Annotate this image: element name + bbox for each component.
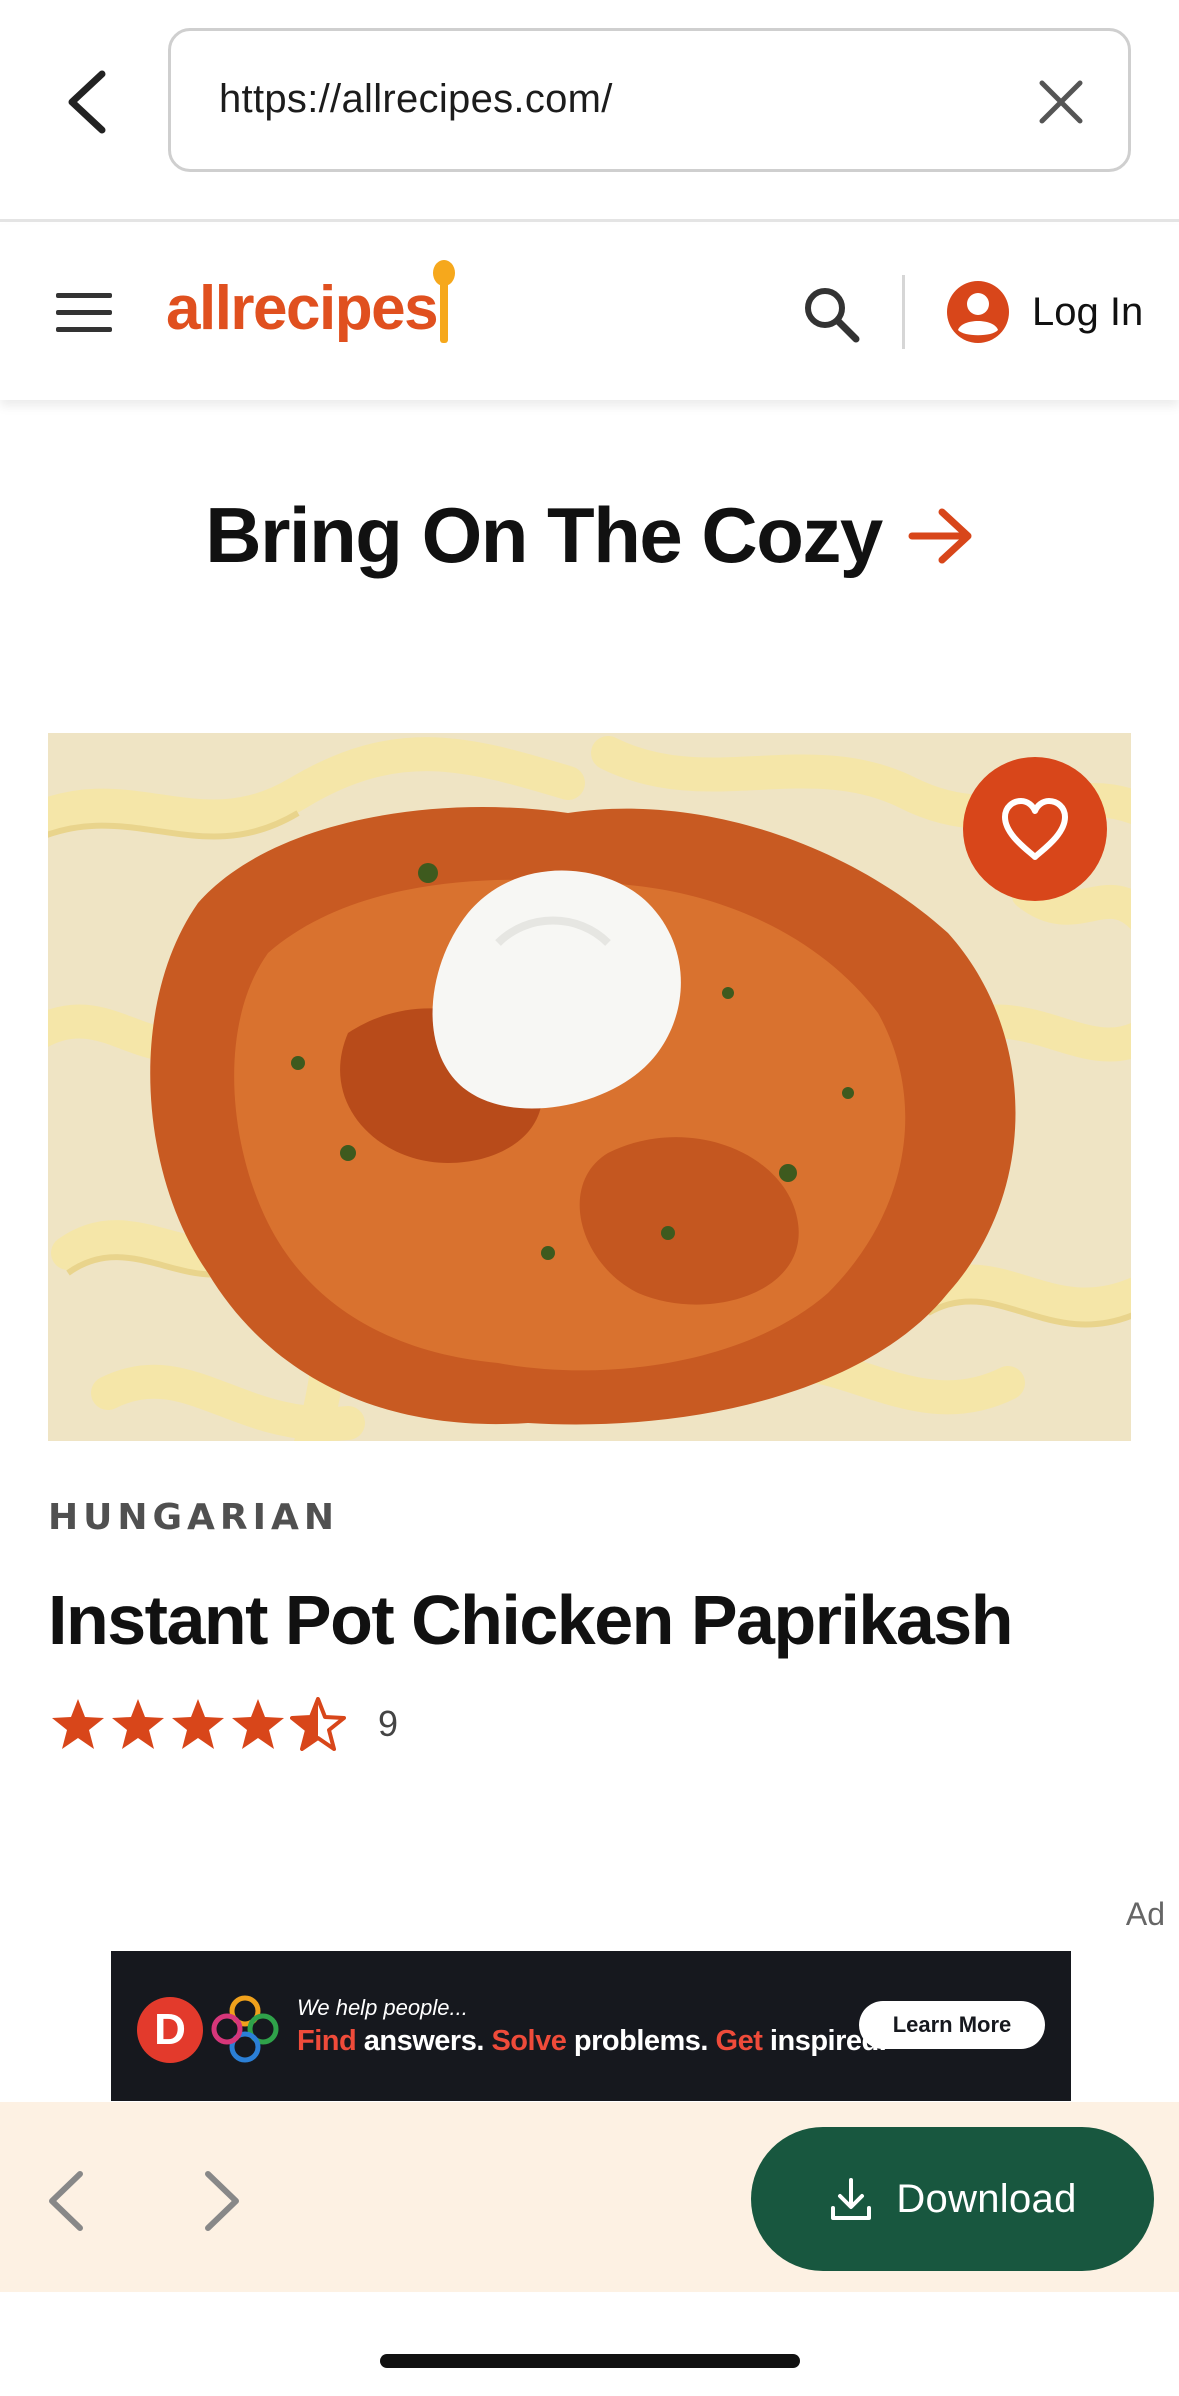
star-half-icon (290, 1697, 346, 1751)
logo-text: allrecipes (166, 274, 439, 343)
close-icon (1039, 80, 1083, 124)
search-icon (805, 288, 860, 343)
url-text[interactable]: https://allrecipes.com/ (219, 77, 613, 122)
menu-button[interactable] (54, 291, 114, 335)
ad-learn-more-button[interactable]: Learn More (859, 2001, 1045, 2049)
ad-banner[interactable]: D We help people... Find answers. Solve … (111, 1951, 1071, 2101)
heart-icon (1002, 798, 1068, 860)
user-circle-icon (947, 281, 1009, 343)
arrow-right-icon (908, 508, 972, 564)
ad-logo-icon (211, 1995, 279, 2063)
recipe-category[interactable]: HUNGARIAN (48, 1497, 339, 1538)
star-full-icon (112, 1699, 164, 1749)
chevron-left-icon (49, 2171, 83, 2231)
recipe-title[interactable]: Instant Pot Chicken Paprikash (48, 1580, 1013, 1660)
next-page-button[interactable] (200, 2168, 244, 2234)
star-full-icon (52, 1699, 104, 1749)
previous-page-button[interactable] (44, 2168, 88, 2234)
bottom-toolbar: Download (0, 2102, 1179, 2292)
allrecipes-logo[interactable]: allrecipes (166, 260, 455, 344)
section-title-link[interactable]: Bring On The Cozy (0, 490, 1179, 581)
section-title: Bring On The Cozy (205, 491, 883, 579)
header-divider (902, 275, 905, 349)
star-full-icon (172, 1699, 224, 1749)
login-label: Log In (1032, 289, 1144, 334)
clear-url-button[interactable] (1036, 77, 1086, 127)
ad-brand-badge: D (137, 1997, 203, 2063)
site-header: allrecipes Log In (0, 225, 1179, 400)
recipe-rating: 9 (50, 1692, 398, 1756)
search-button[interactable] (800, 283, 862, 345)
spoon-icon (433, 260, 455, 343)
save-recipe-button[interactable] (963, 757, 1107, 901)
login-button[interactable]: Log In (946, 277, 1143, 347)
hamburger-icon (56, 293, 112, 332)
ad-tagline: Find answers. Solve problems. Get inspir… (297, 2025, 887, 2057)
back-button[interactable] (52, 62, 122, 142)
ad-label: Ad (1125, 1896, 1165, 1932)
rating-count: 9 (378, 1703, 399, 1744)
ad-tagline-small: We help people... (297, 1995, 468, 2020)
home-indicator[interactable] (380, 2354, 800, 2368)
chevron-right-icon (205, 2171, 239, 2231)
download-button[interactable]: Download (751, 2127, 1154, 2271)
star-full-icon (232, 1699, 284, 1749)
browser-bar: https://allrecipes.com/ (0, 0, 1179, 222)
download-icon (831, 2178, 872, 2220)
download-label: Download (896, 2176, 1077, 2221)
url-field[interactable]: https://allrecipes.com/ (168, 28, 1131, 172)
chevron-left-icon (68, 70, 106, 134)
